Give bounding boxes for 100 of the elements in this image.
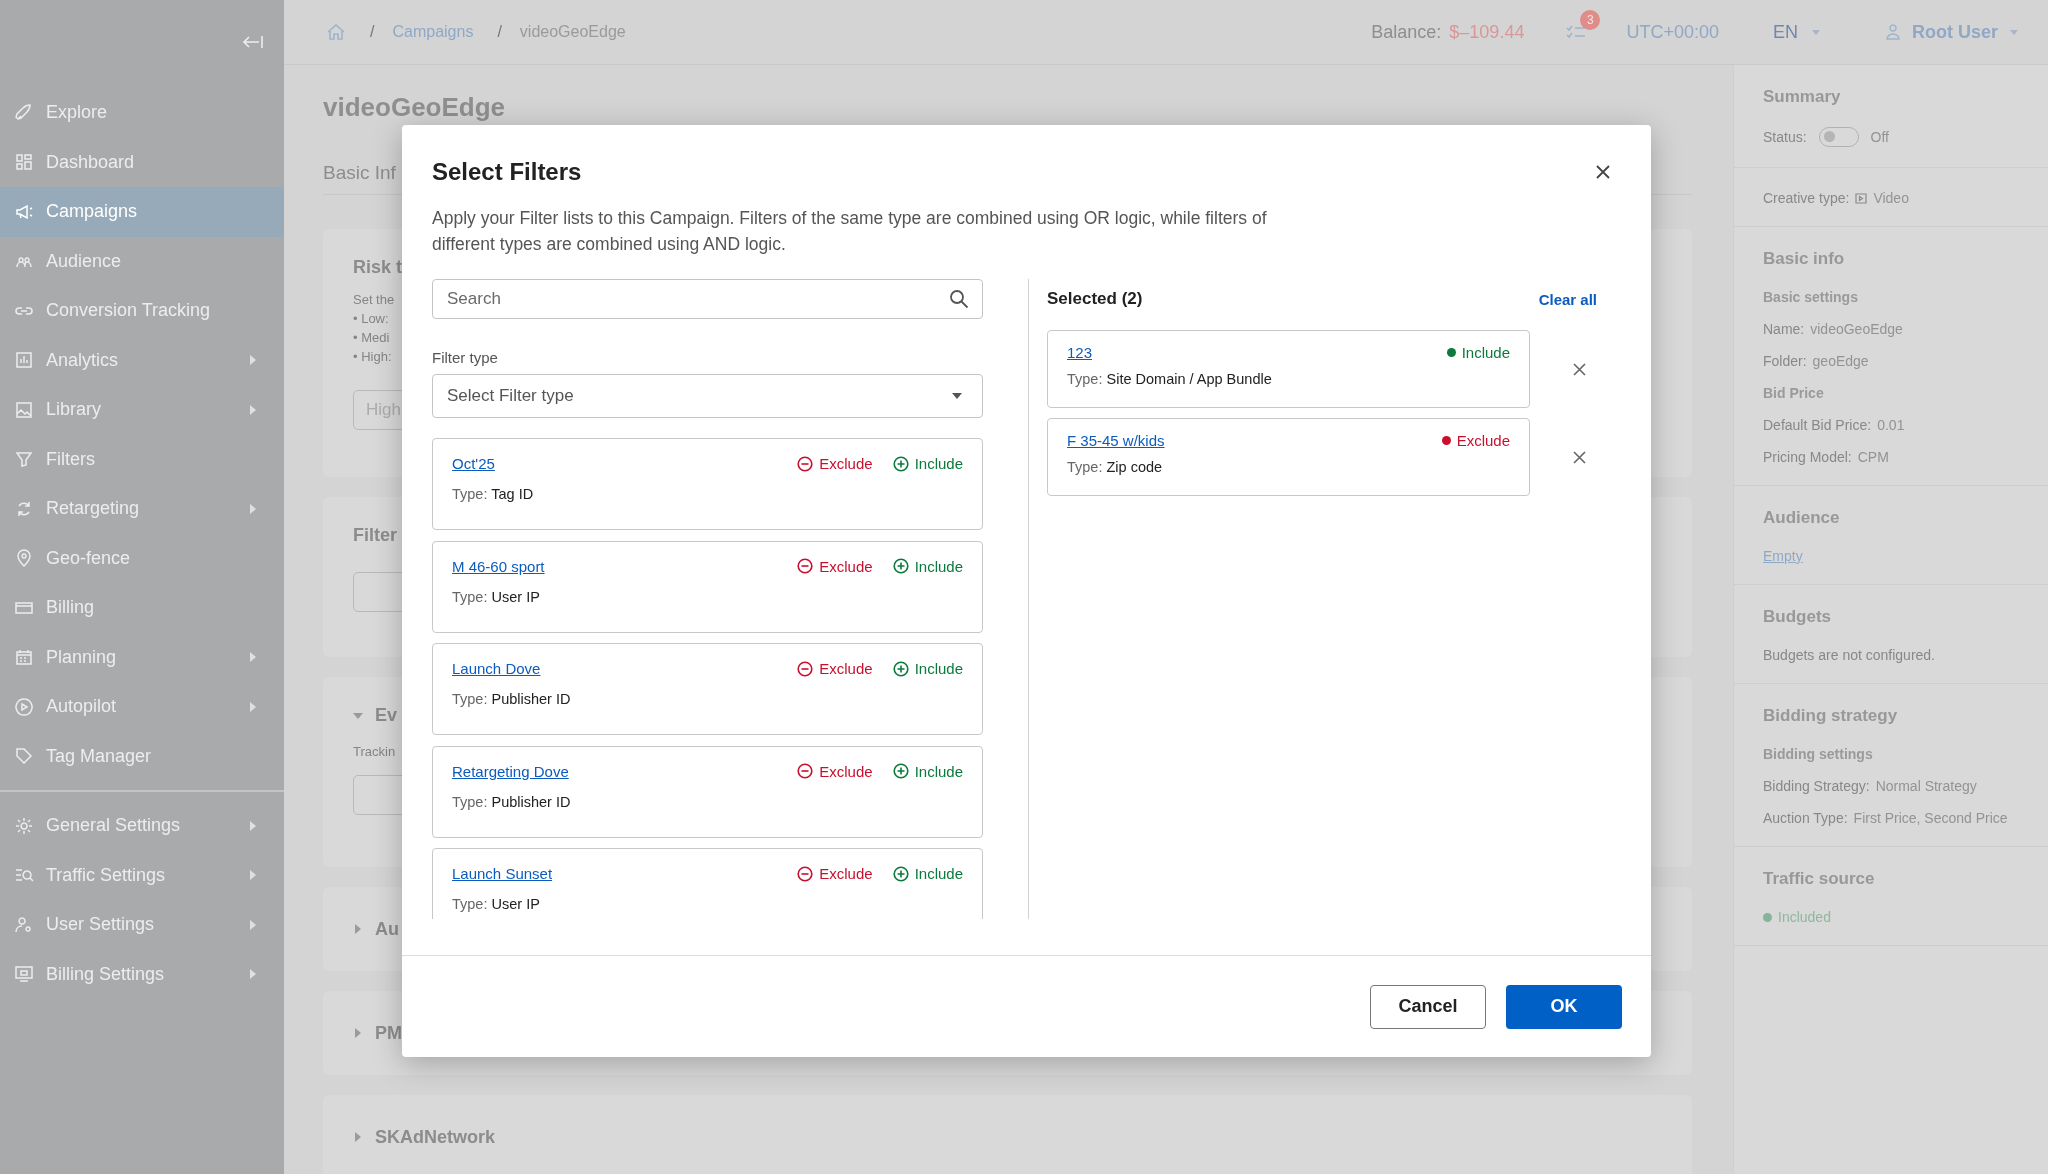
caret-icon	[2010, 29, 2018, 35]
remove-icon[interactable]	[1573, 362, 1586, 376]
summary-subheading: Basic settings	[1763, 289, 1858, 305]
type-value: Publisher ID	[491, 691, 571, 707]
close-icon[interactable]	[1595, 164, 1611, 180]
selected-heading: Selected (2)	[1047, 289, 1143, 309]
timezone[interactable]: UTC+00:00	[1626, 21, 1719, 43]
breadcrumb-link[interactable]: Campaigns	[392, 23, 474, 41]
mode-label: Exclude	[1456, 432, 1510, 449]
nav-item[interactable]: Tag Manager	[0, 731, 284, 781]
bullet-text: • Low:	[353, 310, 389, 328]
summary-heading: Traffic source	[1763, 869, 1876, 889]
nav-item[interactable]: Autopilot	[0, 682, 284, 732]
filter-name-link[interactable]: Launch Sunset	[452, 865, 553, 882]
nav-item[interactable]: Billing Settings	[0, 949, 284, 999]
summary-heading: Budgets	[1763, 607, 1832, 627]
search-field[interactable]: Search	[432, 279, 983, 319]
filter-name-link[interactable]: Oct'25	[452, 455, 495, 472]
include-button[interactable]: Include	[892, 557, 963, 575]
remove-icon[interactable]	[1573, 450, 1586, 464]
breadcrumb-current: videoGeoEdge	[519, 23, 626, 41]
filter-name-link[interactable]: F 35-45 w/kids	[1067, 432, 1165, 449]
section-heading: Ev	[375, 705, 398, 726]
include-button[interactable]: Include	[892, 455, 963, 472]
summary-heading: Audience	[1763, 508, 1841, 528]
plus-circle-icon	[892, 455, 909, 472]
user-menu[interactable]: Root User	[1886, 21, 2018, 43]
nav-item[interactable]: Analytics	[0, 335, 284, 385]
nav-item[interactable]: Dashboard	[0, 137, 284, 187]
plus-circle-icon	[892, 660, 909, 677]
filter-name-link[interactable]: Launch Dove	[452, 660, 541, 677]
user-icon	[1886, 24, 1900, 40]
nav-item[interactable]: Audience	[0, 236, 284, 286]
type-value: User IP	[491, 896, 540, 912]
caret-icon[interactable]	[353, 1132, 363, 1142]
nav-item[interactable]: Geo-fence	[0, 533, 284, 583]
filter-name-link[interactable]: Retargeting Dove	[452, 762, 569, 780]
nav-item[interactable]: Filters	[0, 434, 284, 484]
filter-name-link[interactable]: 123	[1067, 344, 1093, 361]
checklist-icon[interactable]	[1566, 24, 1587, 40]
nav-item[interactable]: Billing	[0, 583, 284, 633]
minus-circle-icon	[797, 660, 814, 677]
mode-label: Include	[1461, 344, 1510, 361]
nav-item[interactable]: User Settings	[0, 900, 284, 950]
field-label: Pricing Model:	[1763, 449, 1852, 465]
tab[interactable]: Basic Inf	[323, 162, 396, 183]
filter-name-link[interactable]: M 46-60 sport	[452, 557, 545, 575]
image-icon	[14, 399, 34, 420]
plus-circle-icon	[892, 558, 909, 574]
video-icon	[1855, 192, 1868, 204]
type-value: User IP	[491, 588, 540, 605]
field-label: Default Bid Price:	[1763, 417, 1872, 433]
home-icon[interactable]	[326, 22, 346, 42]
nav-item[interactable]: Traffic Settings	[0, 850, 284, 900]
language-selector[interactable]: EN	[1772, 21, 1820, 43]
caret-icon[interactable]	[353, 1028, 363, 1038]
exclude-button[interactable]: Exclude	[797, 865, 873, 882]
nav-item[interactable]: Planning	[0, 632, 284, 682]
exclude-button[interactable]: Exclude	[797, 660, 873, 677]
page-title: videoGeoEdge	[323, 92, 506, 122]
status-value: Off	[1870, 129, 1889, 145]
dialog-title: Select Filters	[432, 157, 582, 187]
type-label: Type:	[452, 793, 488, 810]
nav-item[interactable]: Explore	[0, 88, 284, 138]
clear-all-link[interactable]: Clear all	[1538, 290, 1597, 308]
exclude-button[interactable]: Exclude	[797, 762, 873, 780]
nav-item[interactable]: General Settings	[0, 801, 284, 851]
chart-icon	[14, 350, 34, 371]
nav-item[interactable]: Campaigns	[0, 187, 284, 237]
field-label: Folder:	[1763, 353, 1807, 369]
nav-item[interactable]: Retargeting	[0, 484, 284, 534]
summary-heading: Basic info	[1763, 249, 1846, 269]
filter-type-select[interactable]: Select Filter type	[432, 374, 983, 418]
include-button[interactable]: Include	[892, 865, 963, 882]
nav-item[interactable]: Conversion Tracking	[0, 286, 284, 336]
type-label: Type:	[452, 896, 488, 912]
exclude-button[interactable]: Exclude	[797, 455, 873, 472]
type-value: Publisher ID	[491, 793, 571, 810]
type-label: Type:	[452, 691, 488, 707]
breadcrumb-separator: /	[370, 23, 375, 41]
field-label: Bidding Strategy:	[1763, 778, 1870, 794]
cancel-button[interactable]: Cancel	[1370, 984, 1486, 1029]
caret-icon[interactable]	[353, 924, 363, 934]
exclude-button[interactable]: Exclude	[797, 557, 873, 575]
bullet-text: • High:	[353, 348, 392, 366]
ok-button[interactable]: OK	[1506, 984, 1622, 1029]
caret-icon[interactable]	[353, 710, 363, 721]
empty-link[interactable]: Empty	[1763, 548, 1803, 564]
section-heading: Au	[375, 918, 399, 940]
include-button[interactable]: Include	[892, 660, 963, 677]
include-button[interactable]: Include	[892, 762, 963, 780]
nav-item[interactable]: Library	[0, 385, 284, 435]
plus-circle-icon	[892, 763, 909, 779]
collapse-icon[interactable]	[242, 35, 264, 49]
status-text: Included	[1778, 909, 1831, 925]
monitor-icon	[14, 964, 34, 985]
dialog-description: Apply your Filter lists to this Campaign. Filters of the same type are combined using OR logic, while filters of different types are combined using AND logic.	[431, 207, 1268, 256]
summary-subheading: Bid Price	[1763, 385, 1824, 401]
section-heading: SKAdNetwork	[375, 1126, 495, 1148]
summary-note: Budgets are not configured.	[1763, 647, 1935, 663]
